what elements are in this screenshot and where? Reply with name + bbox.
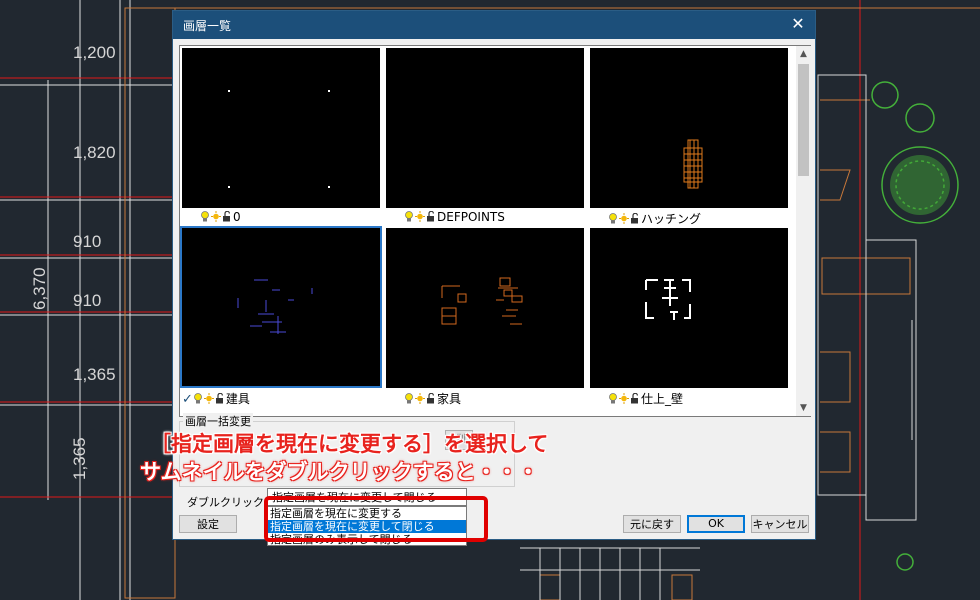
layer-preview[interactable] — [590, 48, 788, 208]
vertical-scrollbar[interactable]: ▲ ▼ — [796, 46, 811, 416]
annotation-line-2: サムネイルをダブルクリックすると・・・ — [140, 460, 539, 484]
lock-icon[interactable] — [426, 392, 436, 404]
layer-preview[interactable] — [386, 228, 584, 388]
sun-icon[interactable] — [211, 211, 221, 222]
ok-button[interactable]: OK — [687, 515, 745, 533]
sun-icon[interactable] — [415, 211, 425, 222]
settings-button[interactable]: 設定 — [179, 515, 237, 533]
dialog-title: 画層一覧 — [183, 19, 232, 33]
layer-preview[interactable] — [386, 48, 584, 208]
bulb-icon[interactable] — [404, 393, 414, 404]
title-bar[interactable]: 画層一覧 ✕ — [173, 11, 815, 39]
annotation-line-1: ［指定画層を現在に変更する］を選択して — [150, 432, 549, 456]
layer-preview[interactable] — [180, 226, 382, 388]
sun-icon[interactable] — [203, 393, 214, 404]
layer-name: DEFPOINTS — [437, 210, 505, 224]
bulb-icon[interactable] — [193, 393, 203, 404]
layer-thumbnail-fittings[interactable]: ✓ 建具 — [180, 226, 382, 407]
layer-name: 家具 — [437, 392, 462, 406]
dimension-label-1: 1,200 — [73, 43, 116, 62]
lock-icon[interactable] — [630, 212, 640, 224]
layer-name: 仕上_壁 — [641, 392, 684, 406]
bulk-change-label: 画層一括変更 — [183, 413, 253, 429]
close-icon[interactable]: ✕ — [787, 13, 809, 35]
layer-name: ハッチング — [641, 212, 702, 226]
layer-thumbnail-defpoints[interactable]: DEFPOINTS — [384, 46, 584, 226]
cancel-button[interactable]: キャンセル — [751, 515, 809, 533]
layer-preview[interactable] — [590, 228, 788, 388]
layer-thumbnail-hatching[interactable]: ハッチング — [588, 46, 788, 226]
check-icon[interactable]: ✓ — [182, 392, 193, 407]
layer-name: 0 — [233, 210, 241, 224]
dimension-label-6: 1,365 — [70, 437, 89, 480]
layer-name: 建具 — [225, 392, 250, 406]
dimension-label-4: 910 — [73, 291, 101, 310]
dimension-label-3: 910 — [73, 232, 101, 251]
lock-icon[interactable] — [426, 210, 436, 222]
sun-icon[interactable] — [619, 393, 629, 404]
layer-preview[interactable] — [182, 48, 380, 208]
double-click-label: ダブルクリック: — [187, 496, 268, 509]
scroll-down-arrow-icon[interactable]: ▼ — [796, 400, 811, 416]
sun-icon[interactable] — [619, 213, 629, 224]
total-dimension-label: 6,370 — [30, 267, 49, 310]
dimension-label-5: 1,365 — [73, 365, 116, 384]
lock-icon[interactable] — [630, 392, 640, 404]
dimension-label-2: 1,820 — [73, 143, 116, 162]
layer-thumbnail-grid: 0 DEFPOINTS ハッチング ✓ 建具 家具 仕上_壁 ▲ ▼ — [179, 45, 811, 417]
sun-icon[interactable] — [415, 393, 425, 404]
bulb-icon[interactable] — [608, 213, 618, 224]
scroll-up-arrow-icon[interactable]: ▲ — [796, 46, 811, 62]
restore-button[interactable]: 元に戻す — [623, 515, 681, 533]
layer-thumbnail-furniture[interactable]: 家具 — [384, 226, 584, 406]
bulb-icon[interactable] — [608, 393, 618, 404]
scrollbar-thumb[interactable] — [798, 64, 809, 176]
highlight-box — [264, 496, 488, 542]
bulb-icon[interactable] — [404, 211, 414, 222]
layer-thumbnail-wall-finish[interactable]: 仕上_壁 — [588, 226, 788, 406]
layer-thumbnail-0[interactable]: 0 — [180, 46, 380, 226]
lock-icon[interactable] — [215, 392, 225, 404]
lock-icon[interactable] — [222, 210, 232, 222]
bulb-icon[interactable] — [200, 211, 210, 222]
